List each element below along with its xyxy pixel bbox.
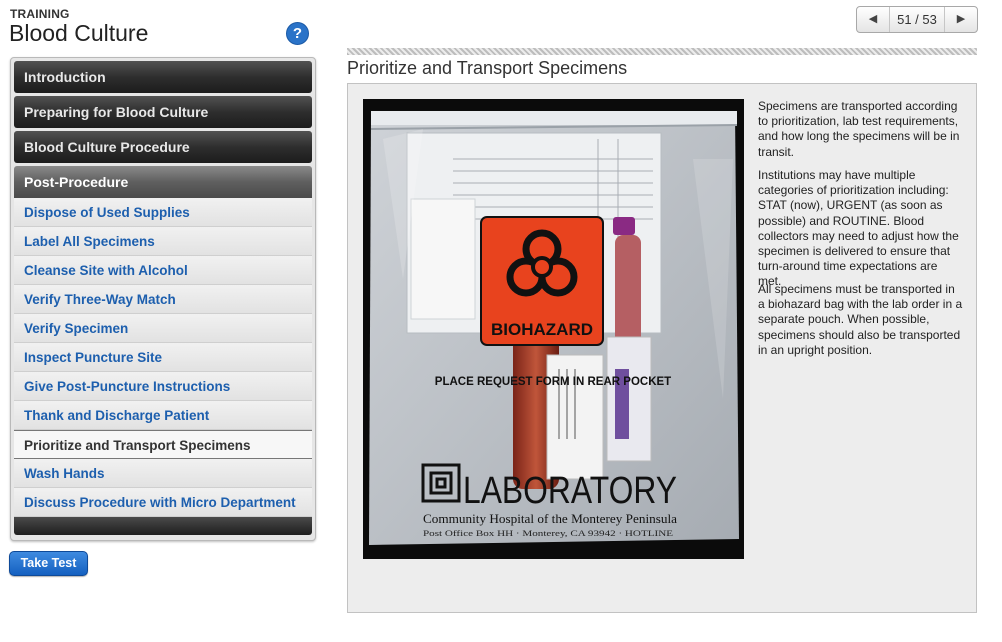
triangle-left-icon: ◀ [868, 13, 878, 25]
nav-item-post-puncture-instructions[interactable]: Give Post-Puncture Instructions [14, 372, 312, 401]
laboratory-logo-text: LABORATORY [463, 470, 677, 512]
nav-item-wash-hands[interactable]: Wash Hands [14, 459, 312, 488]
specimen-bag-illustration: BIOHAZARD PLACE REQUEST FORM IN REAR POC… [369, 111, 739, 545]
take-test-button[interactable]: Take Test [9, 551, 88, 576]
nav-item-inspect-puncture-site[interactable]: Inspect Puncture Site [14, 343, 312, 372]
training-label: TRAINING [10, 7, 70, 21]
body-paragraph-2: Institutions may have multiple categorie… [758, 168, 959, 289]
hospital-name-text: Community Hospital of the Monterey Penin… [423, 512, 677, 526]
help-button[interactable]: ? [286, 22, 309, 45]
page-counter: 51 / 53 [889, 7, 945, 32]
nav-section-introduction[interactable]: Introduction [14, 61, 312, 93]
content-panel: BIOHAZARD PLACE REQUEST FORM IN REAR POC… [347, 83, 977, 613]
previous-page-button[interactable]: ◀ [861, 7, 885, 32]
nav-item-cleanse-site[interactable]: Cleanse Site with Alcohol [14, 256, 312, 285]
nav-item-dispose-supplies[interactable]: Dispose of Used Supplies [14, 198, 312, 227]
hospital-address-text: Post Office Box HH · Monterey, CA 93942 … [423, 528, 673, 538]
specimen-bag-photo: BIOHAZARD PLACE REQUEST FORM IN REAR POC… [363, 99, 744, 559]
body-paragraph-3: All specimens must be transported in a b… [758, 282, 963, 357]
biohazard-label: BIOHAZARD [491, 320, 593, 339]
title-divider [347, 48, 977, 55]
nav-section-procedure[interactable]: Blood Culture Procedure [14, 131, 312, 163]
nav-item-discuss-micro[interactable]: Discuss Procedure with Micro Department [14, 488, 312, 517]
nav-item-thank-discharge[interactable]: Thank and Discharge Patient [14, 401, 312, 430]
help-icon: ? [292, 25, 303, 42]
nav-section-preparing[interactable]: Preparing for Blood Culture [14, 96, 312, 128]
nav-footer [14, 517, 312, 535]
nav-section-post-procedure[interactable]: Post-Procedure [14, 166, 312, 198]
triangle-right-icon: ▶ [956, 13, 966, 25]
page-title: Prioritize and Transport Specimens [347, 58, 628, 78]
pager: ◀ 51 / 53 ▶ [856, 6, 978, 33]
nav-list: Introduction Preparing for Blood Culture… [14, 61, 312, 535]
nav-item-verify-specimen[interactable]: Verify Specimen [14, 314, 312, 343]
pocket-instruction: PLACE REQUEST FORM IN REAR POCKET [435, 376, 671, 388]
nav-item-verify-three-way-match[interactable]: Verify Three-Way Match [14, 285, 312, 314]
nav-item-label-specimens[interactable]: Label All Specimens [14, 227, 312, 256]
nav-item-prioritize-transport[interactable]: Prioritize and Transport Specimens [14, 430, 312, 459]
course-navigation: Introduction Preparing for Blood Culture… [10, 57, 316, 541]
course-title: Blood Culture [9, 20, 149, 46]
next-page-button[interactable]: ▶ [949, 7, 973, 32]
body-paragraph-1: Specimens are transported according to p… [758, 99, 960, 159]
